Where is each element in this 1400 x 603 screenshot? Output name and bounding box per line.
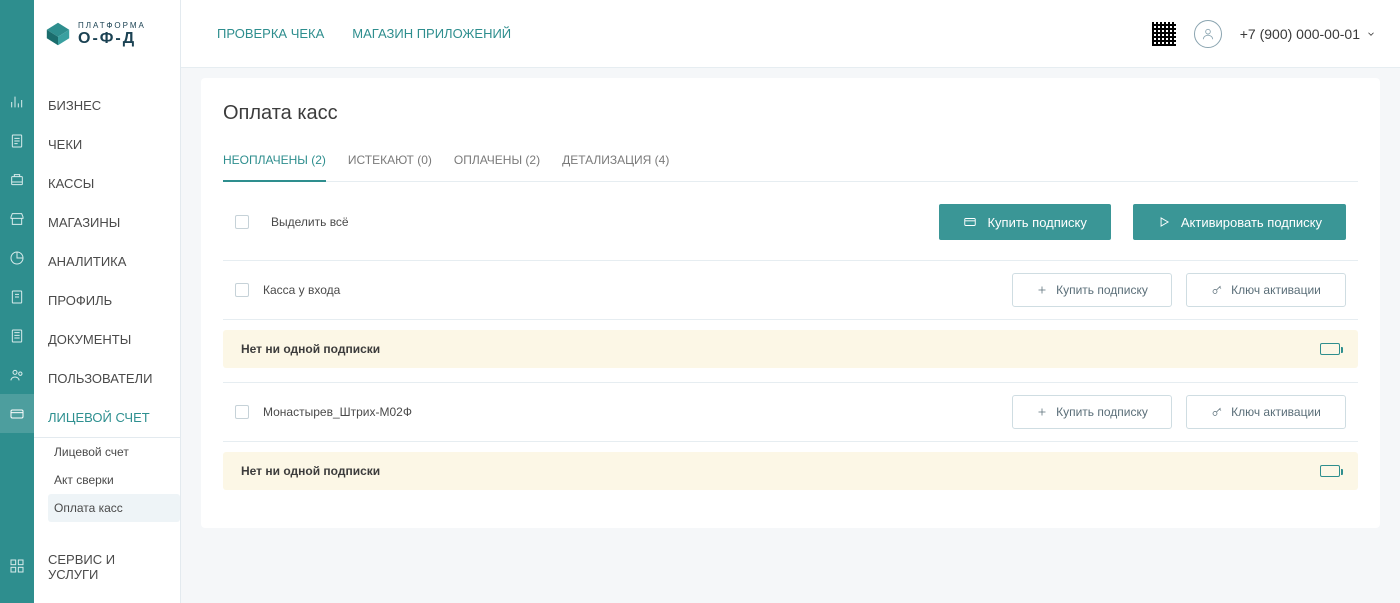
header: ПРОВЕРКА ЧЕКА МАГАЗИН ПРИЛОЖЕНИЙ +7 (900… xyxy=(181,0,1400,68)
tabs: НЕОПЛАЧЕНЫ (2) ИСТЕКАЮТ (0) ОПЛАЧЕНЫ (2)… xyxy=(223,153,1358,182)
chevron-down-icon xyxy=(1366,29,1376,39)
header-link-appstore[interactable]: МАГАЗИН ПРИЛОЖЕНИЙ xyxy=(352,26,511,41)
activate-subscription-button[interactable]: Активировать подписку xyxy=(1133,204,1346,240)
battery-icon xyxy=(1320,343,1340,355)
nav-receipts[interactable]: ЧЕКИ xyxy=(34,125,180,164)
nav-analytics[interactable]: АНАЛИТИКА xyxy=(34,242,180,281)
warning-text: Нет ни одной подписки xyxy=(241,464,380,478)
select-all-label: Выделить всё xyxy=(271,215,349,229)
row-buy-button[interactable]: Купить подписку xyxy=(1012,395,1172,429)
rail-stores-icon[interactable] xyxy=(0,199,34,238)
icon-rail xyxy=(0,0,34,603)
key-icon xyxy=(1211,406,1223,418)
sidebar: ПЛАТФОРМА О-Ф-Д БИЗНЕС ЧЕКИ КАССЫ МАГАЗИ… xyxy=(34,0,181,603)
plus-icon xyxy=(1036,284,1048,296)
rail-profile-icon[interactable] xyxy=(0,277,34,316)
battery-icon xyxy=(1320,465,1340,477)
header-link-check[interactable]: ПРОВЕРКА ЧЕКА xyxy=(217,26,324,41)
row-key-button[interactable]: Ключ активации xyxy=(1186,273,1346,307)
select-all-checkbox[interactable] xyxy=(235,215,249,229)
subnav-payment[interactable]: Оплата касс xyxy=(48,494,180,522)
nav-registers[interactable]: КАССЫ xyxy=(34,164,180,203)
rail-receipts-icon[interactable] xyxy=(0,121,34,160)
card-icon xyxy=(963,215,977,229)
content-card: Оплата касс НЕОПЛАЧЕНЫ (2) ИСТЕКАЮТ (0) … xyxy=(201,78,1380,528)
plus-icon xyxy=(1036,406,1048,418)
row-buy-button[interactable]: Купить подписку xyxy=(1012,273,1172,307)
tab-unpaid[interactable]: НЕОПЛАЧЕНЫ (2) xyxy=(223,153,326,181)
play-icon xyxy=(1157,215,1171,229)
rail-analytics-icon[interactable] xyxy=(0,238,34,277)
phone-dropdown[interactable]: +7 (900) 000-00-01 xyxy=(1240,26,1376,42)
register-row: Монастырев_Штрих-М02Ф Купить подписку Кл… xyxy=(223,382,1358,442)
nav-services[interactable]: СЕРВИС И УСЛУГИ xyxy=(34,540,180,594)
page-title: Оплата касс xyxy=(223,102,1358,125)
logo-text-bottom: О-Ф-Д xyxy=(78,30,146,48)
rail-business-icon[interactable] xyxy=(0,82,34,121)
row-checkbox[interactable] xyxy=(235,283,249,297)
buy-subscription-button[interactable]: Купить подписку xyxy=(939,204,1110,240)
subnav-act[interactable]: Акт сверки xyxy=(48,466,180,494)
register-name: Монастырев_Штрих-М02Ф xyxy=(263,405,412,419)
no-subscription-warning: Нет ни одной подписки xyxy=(223,452,1358,490)
tab-paid[interactable]: ОПЛАЧЕНЫ (2) xyxy=(454,153,540,181)
nav-profile[interactable]: ПРОФИЛЬ xyxy=(34,281,180,320)
nav-business[interactable]: БИЗНЕС xyxy=(34,86,180,125)
key-icon xyxy=(1211,284,1223,296)
nav-stores[interactable]: МАГАЗИНЫ xyxy=(34,203,180,242)
rail-users-icon[interactable] xyxy=(0,355,34,394)
rail-account-icon[interactable] xyxy=(0,394,34,433)
no-subscription-warning: Нет ни одной подписки xyxy=(223,330,1358,368)
rail-registers-icon[interactable] xyxy=(0,160,34,199)
logo[interactable]: ПЛАТФОРМА О-Ф-Д xyxy=(34,0,180,68)
nav-users[interactable]: ПОЛЬЗОВАТЕЛИ xyxy=(34,359,180,398)
warning-text: Нет ни одной подписки xyxy=(241,342,380,356)
register-name: Касса у входа xyxy=(263,283,340,297)
nav-account[interactable]: ЛИЦЕВОЙ СЧЕТ xyxy=(34,398,180,438)
phone-number: +7 (900) 000-00-01 xyxy=(1240,26,1360,42)
register-row: Касса у входа Купить подписку Ключ актив… xyxy=(223,260,1358,320)
row-checkbox[interactable] xyxy=(235,405,249,419)
subnav-account-balance[interactable]: Лицевой счет xyxy=(48,438,180,466)
nav-documents[interactable]: ДОКУМЕНТЫ xyxy=(34,320,180,359)
rail-documents-icon[interactable] xyxy=(0,316,34,355)
logo-text-top: ПЛАТФОРМА xyxy=(78,21,146,30)
tab-details[interactable]: ДЕТАЛИЗАЦИЯ (4) xyxy=(562,153,669,181)
tab-expiring[interactable]: ИСТЕКАЮТ (0) xyxy=(348,153,432,181)
qr-icon[interactable] xyxy=(1152,22,1176,46)
avatar[interactable] xyxy=(1194,20,1222,48)
row-key-button[interactable]: Ключ активации xyxy=(1186,395,1346,429)
rail-services-icon[interactable] xyxy=(0,546,34,585)
